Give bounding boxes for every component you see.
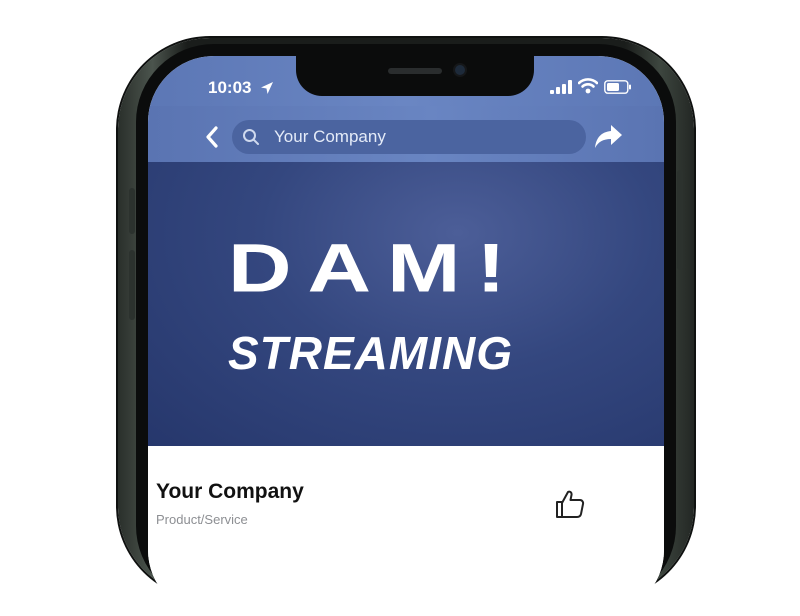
- phone-side-button: [677, 170, 683, 270]
- share-arrow-icon[interactable]: [594, 122, 624, 150]
- phone-volume-button: [129, 250, 135, 320]
- speaker-grille: [388, 68, 442, 74]
- search-input[interactable]: Your Company: [232, 120, 586, 154]
- front-camera: [455, 65, 465, 75]
- signal-icon: [550, 80, 572, 94]
- search-value: Your Company: [274, 127, 386, 146]
- wifi-icon: [578, 78, 598, 94]
- chevron-left-icon[interactable]: [204, 126, 220, 148]
- phone-screen: 10:03 Your Company DAM! STREAMING Your C…: [148, 56, 664, 616]
- nav-bar: Your Company: [148, 106, 664, 162]
- page-title[interactable]: Your Company: [156, 480, 304, 504]
- cover-title: DAM!: [228, 229, 522, 307]
- cover-subtitle: STREAMING: [228, 327, 513, 379]
- page-category: Product/Service: [156, 512, 248, 527]
- phone-volume-button: [129, 188, 135, 234]
- status-time: 10:03: [208, 78, 252, 97]
- search-icon: [243, 129, 259, 145]
- thumbs-up-icon[interactable]: [554, 488, 586, 520]
- battery-icon: [604, 80, 631, 94]
- phone-notch: [296, 56, 534, 96]
- status-bar: 10:03: [148, 56, 664, 106]
- cover-image: DAM! STREAMING: [148, 162, 664, 446]
- page-info: Your Company Product/Service: [148, 446, 664, 616]
- location-arrow-icon: [261, 82, 273, 94]
